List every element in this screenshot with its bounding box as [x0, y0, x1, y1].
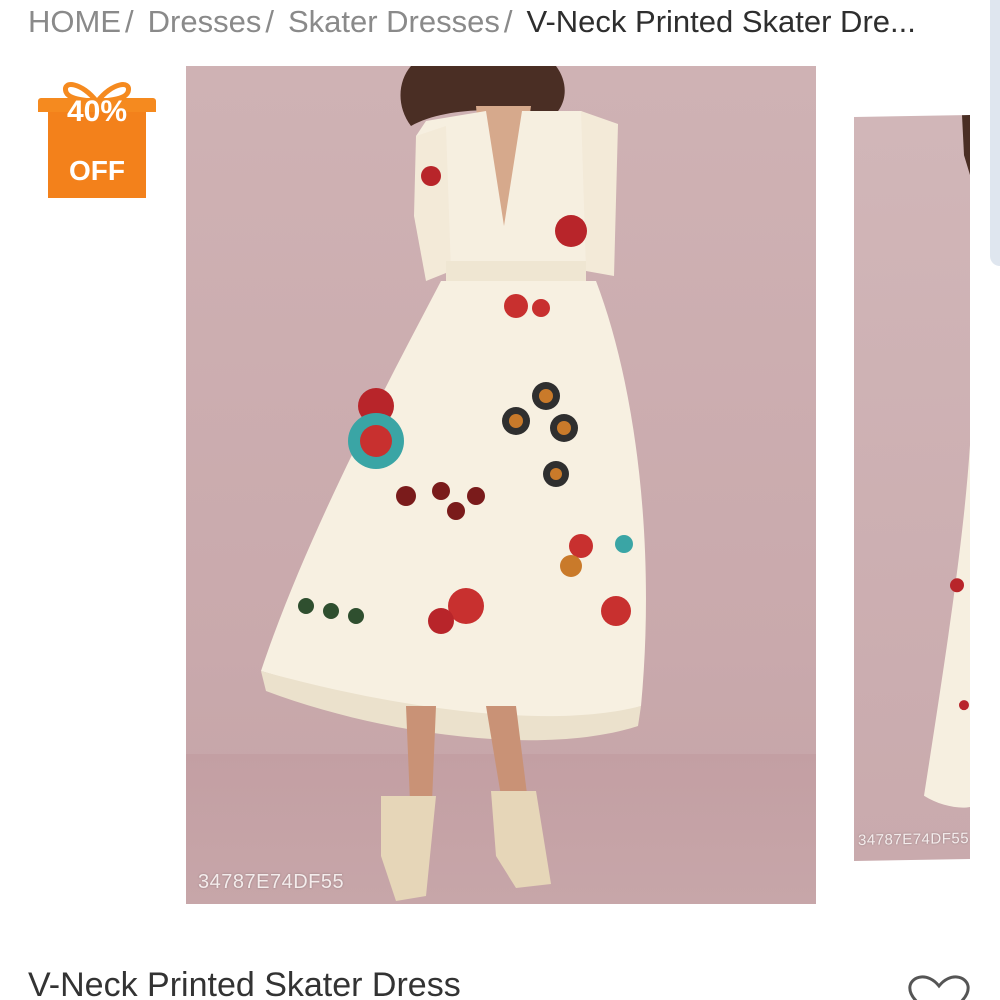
breadcrumb: HOME / Dresses / Skater Dresses / V-Neck Pr… [28, 0, 978, 44]
breadcrumb-separator: / [265, 4, 274, 39]
scrollbar-thumb[interactable] [990, 0, 1000, 266]
image-sku: 34787E74DF55 [858, 830, 970, 849]
discount-badge: 40% OFF [38, 78, 156, 200]
breadcrumb-skater-dresses[interactable]: Skater Dresses [288, 4, 500, 40]
heart-icon[interactable] [904, 972, 974, 1000]
product-image-next[interactable]: 34787E74DF55 [854, 114, 970, 862]
breadcrumb-home[interactable]: HOME [28, 4, 121, 40]
product-image-main[interactable]: 34787E74DF55 [186, 66, 816, 904]
product-page: HOME / Dresses / Skater Dresses / V-Neck Pr… [0, 0, 1000, 1000]
discount-percent: 40% [66, 95, 128, 128]
product-title: V-Neck Printed Skater Dress [28, 966, 461, 1000]
dress-illustration [261, 66, 646, 901]
breadcrumb-separator: / [125, 4, 134, 39]
image-sku: 34787E74DF55 [198, 871, 345, 893]
dress-illustration-partial [924, 114, 970, 808]
breadcrumb-separator: / [503, 4, 513, 39]
discount-off-label: OFF [69, 155, 125, 186]
gift-box: 40% OFF [48, 96, 146, 198]
breadcrumb-dresses[interactable]: Dresses [148, 4, 262, 40]
breadcrumb-current: V-Neck Printed Skater Dre... [526, 4, 916, 39]
